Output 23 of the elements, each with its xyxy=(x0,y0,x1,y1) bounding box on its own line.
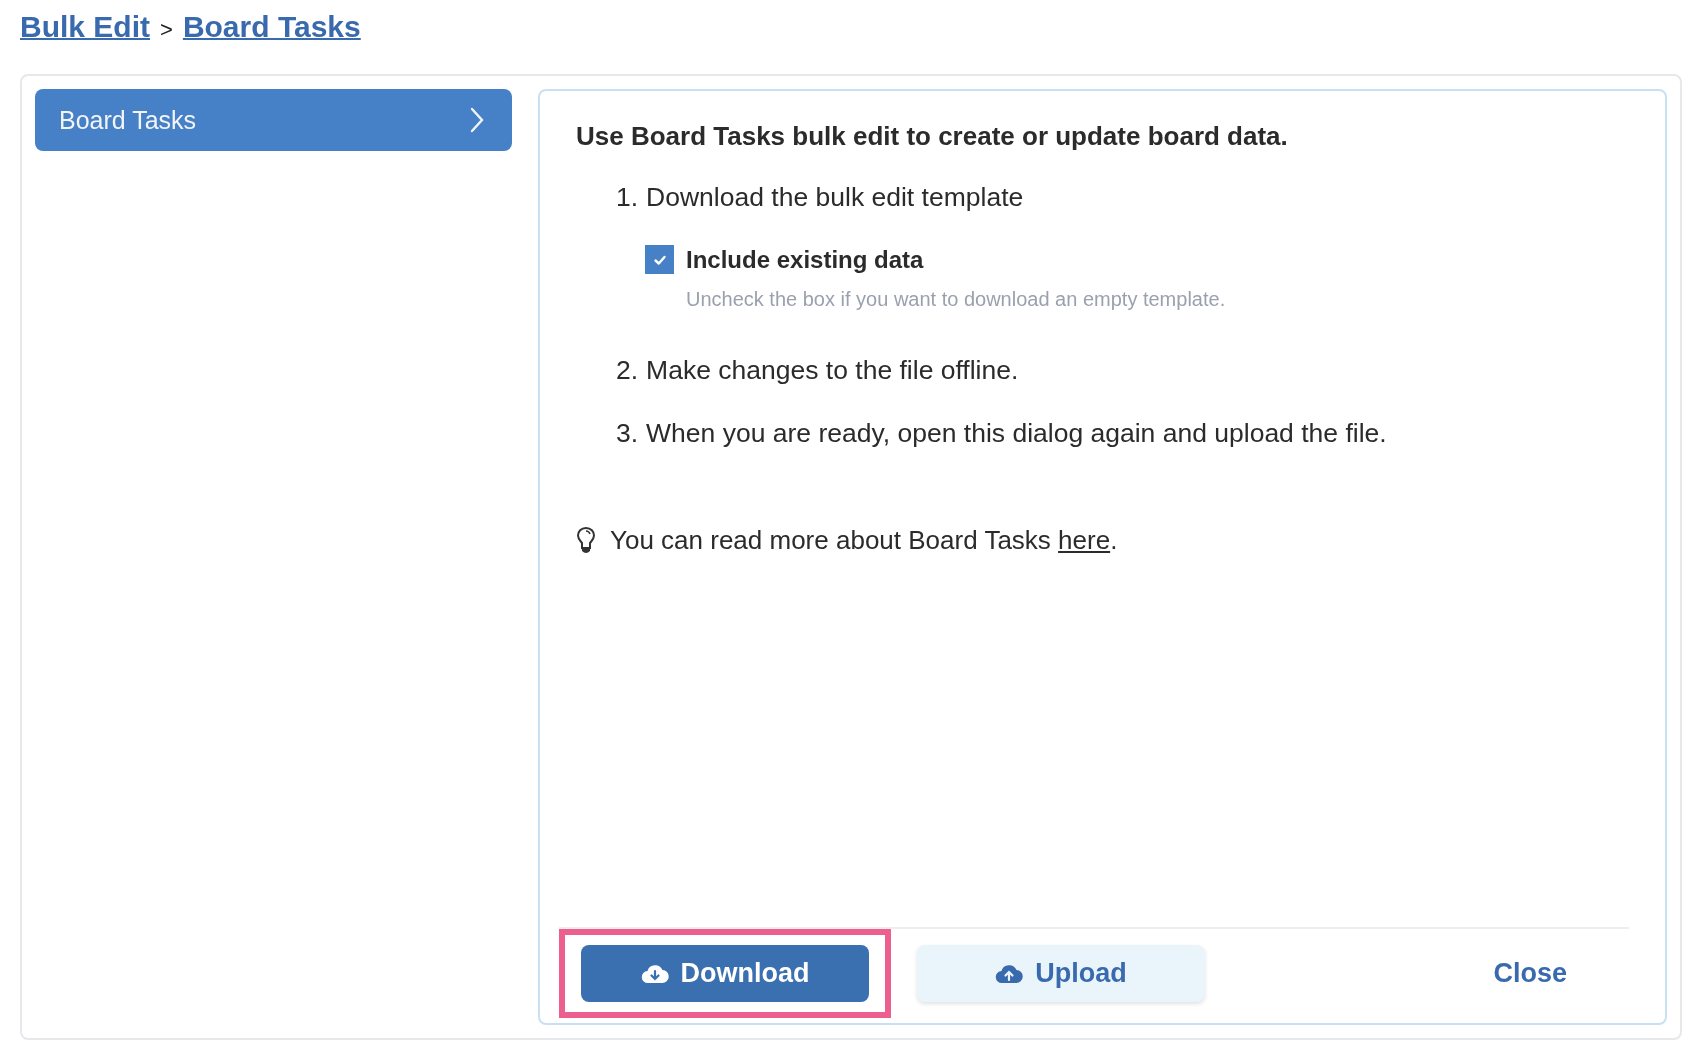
chevron-right-icon xyxy=(470,107,484,133)
step-text: When you are ready, open this dialog again and upload the file. xyxy=(646,418,1387,449)
step-text: Download the bulk edit template xyxy=(646,182,1024,213)
checkbox-label: Include existing data xyxy=(686,245,924,274)
cloud-download-icon xyxy=(640,962,669,985)
sidebar-item[interactable]: Board Tasks xyxy=(35,89,512,151)
breadcrumb-separator: > xyxy=(160,17,173,43)
step-number: 2. xyxy=(616,355,639,386)
help-link[interactable]: here xyxy=(1058,525,1111,555)
breadcrumb-link[interactable]: Board Tasks xyxy=(182,10,361,44)
step-text: Make changes to the file offline. xyxy=(646,355,1019,386)
download-button[interactable]: Download xyxy=(581,945,869,1002)
instructions-heading: Use Board Tasks bulk edit to create or update board data. xyxy=(576,121,1289,152)
step-number: 1. xyxy=(616,182,639,213)
lightbulb-icon xyxy=(576,525,596,556)
close-button[interactable]: Close xyxy=(1483,945,1607,1002)
checkbox[interactable] xyxy=(645,245,674,274)
breadcrumb-link[interactable]: Bulk Edit xyxy=(20,10,150,44)
checkbox-hint: Uncheck the box if you want to download an empty template. xyxy=(686,288,1227,311)
cloud-upload-icon xyxy=(995,962,1024,985)
step-number: 3. xyxy=(616,418,639,449)
upload-button[interactable]: Upload xyxy=(917,945,1205,1002)
tip-text: You can read more about Board Tasks here. xyxy=(610,525,1118,556)
